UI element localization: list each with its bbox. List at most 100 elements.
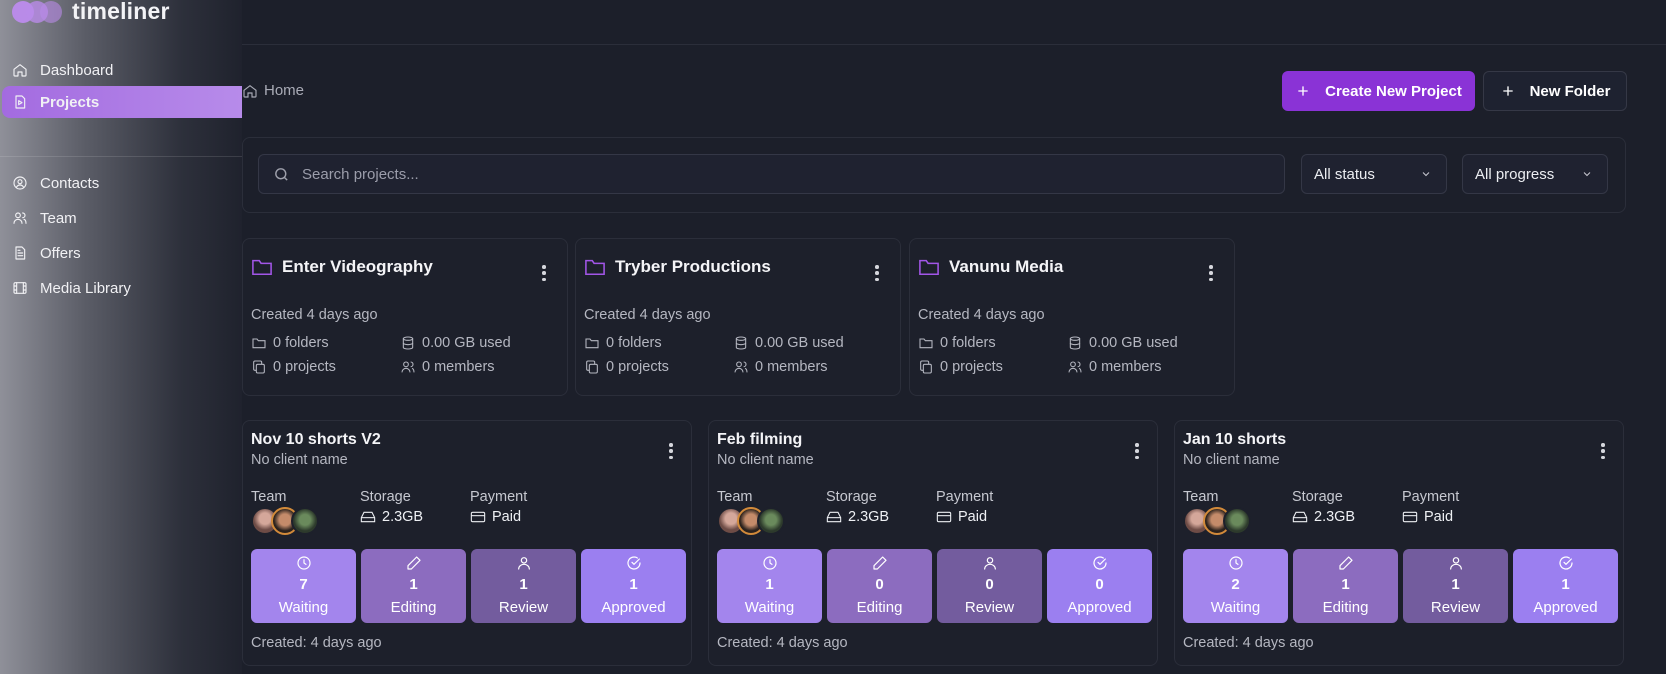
- more-options-icon[interactable]: [668, 443, 674, 459]
- sidebar-item-dashboard[interactable]: Dashboard: [2, 54, 242, 86]
- waiting-tile[interactable]: 1 Waiting: [717, 549, 822, 623]
- editing-tile[interactable]: 0 Editing: [827, 549, 932, 623]
- breadcrumb[interactable]: Home: [242, 82, 304, 99]
- sidebar: timeliner Dashboard Projects Contacts Te…: [0, 0, 242, 674]
- folder-created: Created 4 days ago: [584, 307, 711, 323]
- folder-card[interactable]: Vanunu Media Created 4 days ago 0 folder…: [909, 238, 1235, 396]
- review-tile[interactable]: 1 Review: [471, 549, 576, 623]
- team-avatars[interactable]: [717, 507, 785, 535]
- team-label: Team: [717, 489, 753, 505]
- folder-icon: [252, 259, 272, 276]
- waiting-tile[interactable]: 7 Waiting: [251, 549, 356, 623]
- project-title[interactable]: Feb filming: [717, 431, 802, 449]
- more-options-icon[interactable]: [1208, 265, 1214, 281]
- folder-card[interactable]: Tryber Productions Created 4 days ago 0 …: [575, 238, 901, 396]
- home-icon: [13, 64, 27, 77]
- payment-value: Paid: [958, 509, 988, 525]
- credit-card-icon: [936, 511, 952, 523]
- project-title[interactable]: Nov 10 shorts V2: [251, 431, 381, 449]
- sidebar-item-media-library[interactable]: Media Library: [2, 272, 242, 304]
- sidebar-item-projects[interactable]: Projects: [2, 86, 242, 118]
- user-icon: [983, 557, 996, 570]
- new-folder-button[interactable]: New Folder: [1483, 71, 1627, 111]
- chevron-down-icon: [1583, 172, 1591, 177]
- more-options-icon[interactable]: [541, 265, 547, 281]
- team-avatars[interactable]: [251, 507, 319, 535]
- progress-filter-select[interactable]: All progress: [1462, 154, 1608, 194]
- storage-value: 2.3GB: [826, 509, 889, 525]
- project-title[interactable]: Jan 10 shorts: [1183, 431, 1286, 449]
- folder-name[interactable]: Tryber Productions: [615, 257, 771, 277]
- sidebar-item-label: Projects: [40, 93, 100, 111]
- review-tile[interactable]: 1 Review: [1403, 549, 1508, 623]
- team-label: Team: [1183, 489, 1219, 505]
- search-input[interactable]: [302, 165, 1202, 183]
- status-filter-value: All status: [1314, 165, 1375, 183]
- project-created: Created: 4 days ago: [1183, 635, 1314, 651]
- folder-card[interactable]: Enter Videography Created 4 days ago 0 f…: [242, 238, 568, 396]
- waiting-count: 7: [299, 576, 308, 593]
- folder-name[interactable]: Vanunu Media: [949, 257, 1063, 277]
- film-icon: [13, 282, 27, 294]
- project-card[interactable]: Nov 10 shorts V2 No client name Team Sto…: [242, 420, 692, 666]
- folder-members: 0 members: [733, 359, 828, 375]
- approved-tile[interactable]: 0 Approved: [1047, 549, 1152, 623]
- project-card[interactable]: Feb filming No client name Team Storage …: [708, 420, 1158, 666]
- app-logo[interactable]: timeliner: [12, 0, 170, 25]
- more-options-icon[interactable]: [1600, 443, 1606, 459]
- search-icon: [275, 167, 288, 181]
- approved-tile[interactable]: 1 Approved: [581, 549, 686, 623]
- folder-projects-value: 0 projects: [940, 359, 1003, 375]
- approved-count: 1: [1561, 576, 1570, 593]
- folder-count: 0 folders: [251, 335, 329, 351]
- chevron-down-icon: [1422, 172, 1430, 177]
- copy-icon: [253, 360, 265, 374]
- folder-storage: 0.00 GB used: [1067, 335, 1178, 351]
- waiting-label: Waiting: [744, 599, 795, 616]
- editing-count: 1: [1341, 576, 1350, 593]
- folder-projects: 0 projects: [251, 359, 336, 375]
- hard-drive-icon: [826, 511, 842, 523]
- search-box[interactable]: [258, 154, 1285, 194]
- pencil-icon: [872, 556, 887, 570]
- folder-count: 0 folders: [584, 335, 662, 351]
- breadcrumb-home[interactable]: Home: [264, 82, 304, 99]
- status-tiles: 2 Waiting 1 Editing 1 Review 1 Approved: [1183, 549, 1618, 623]
- review-tile[interactable]: 0 Review: [937, 549, 1042, 623]
- copy-icon: [586, 360, 598, 374]
- team-avatars[interactable]: [1183, 507, 1251, 535]
- folder-storage-value: 0.00 GB used: [1089, 335, 1178, 351]
- folder-members: 0 members: [1067, 359, 1162, 375]
- folder-icon: [252, 338, 266, 349]
- editing-tile[interactable]: 1 Editing: [361, 549, 466, 623]
- storage-value: 2.3GB: [1292, 509, 1355, 525]
- sidebar-item-team[interactable]: Team: [2, 202, 242, 234]
- users-icon: [1068, 361, 1082, 373]
- avatar[interactable]: [1223, 507, 1251, 535]
- user-icon: [1449, 557, 1462, 570]
- sidebar-item-label: Media Library: [40, 279, 131, 297]
- project-card[interactable]: Jan 10 shorts No client name Team Storag…: [1174, 420, 1624, 666]
- check-circle-icon: [626, 556, 641, 570]
- waiting-tile[interactable]: 2 Waiting: [1183, 549, 1288, 623]
- waiting-count: 1: [765, 576, 774, 593]
- create-new-project-button[interactable]: Create New Project: [1282, 71, 1475, 111]
- sidebar-item-offers[interactable]: Offers: [2, 237, 242, 269]
- database-icon: [402, 336, 414, 350]
- avatar[interactable]: [757, 507, 785, 535]
- editing-label: Editing: [856, 599, 903, 616]
- clock-icon: [762, 556, 777, 570]
- logo-mark-icon: [12, 0, 62, 23]
- folder-icon: [919, 338, 933, 349]
- sidebar-item-contacts[interactable]: Contacts: [2, 167, 242, 199]
- status-filter-select[interactable]: All status: [1301, 154, 1447, 194]
- folder-projects: 0 projects: [918, 359, 1003, 375]
- avatar[interactable]: [291, 507, 319, 535]
- more-options-icon[interactable]: [874, 265, 880, 281]
- plus-icon: [1502, 86, 1513, 96]
- more-options-icon[interactable]: [1134, 443, 1140, 459]
- approved-tile[interactable]: 1 Approved: [1513, 549, 1618, 623]
- editing-tile[interactable]: 1 Editing: [1293, 549, 1398, 623]
- folder-name[interactable]: Enter Videography: [282, 257, 433, 277]
- users-icon: [13, 212, 27, 224]
